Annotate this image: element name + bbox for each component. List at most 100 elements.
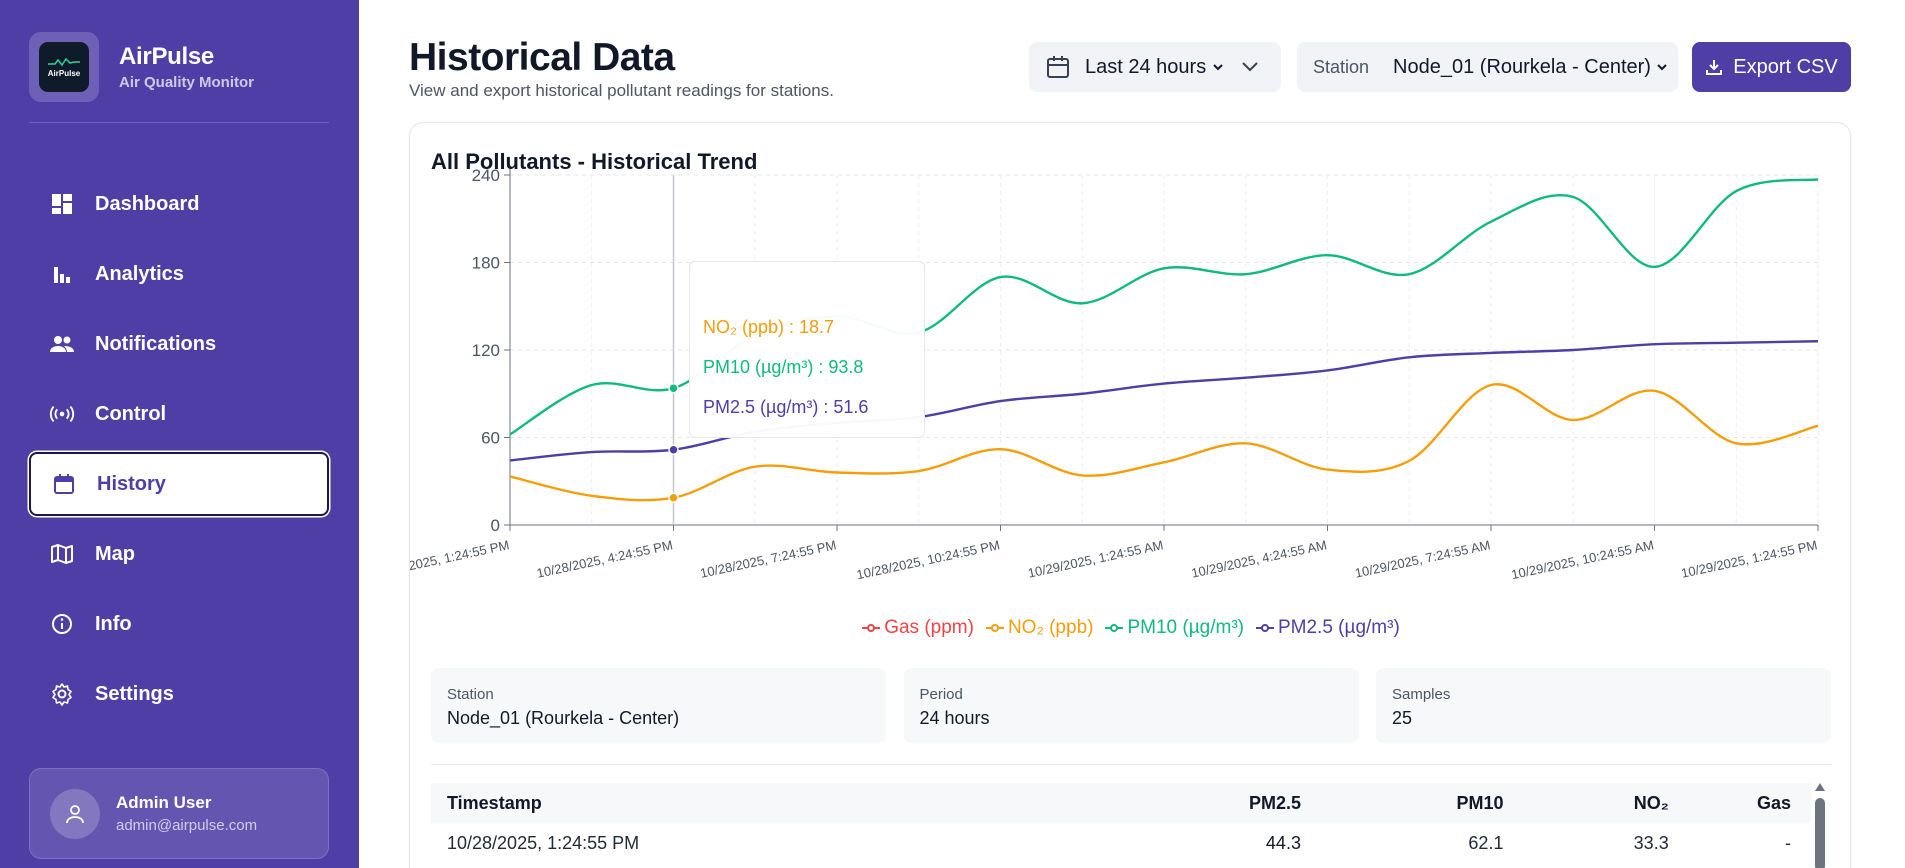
- tooltip-row-pm10: PM10 (µg/m³) : 93.8: [703, 357, 864, 377]
- table-scrollbar[interactable]: [1814, 783, 1826, 868]
- sidebar-item-label: Analytics: [95, 262, 184, 285]
- scroll-thumb[interactable]: [1815, 798, 1825, 868]
- col-timestamp[interactable]: Timestamp: [431, 793, 1158, 814]
- legend-item-pm10[interactable]: PM10 (µg/m³): [1105, 617, 1244, 639]
- scroll-up-arrow[interactable]: [1815, 783, 1825, 791]
- table-row[interactable]: 10/28/2025, 1:24:55 PM 44.3 62.1 33.3 -: [431, 823, 1811, 863]
- table-header: Timestamp PM2.5 PM10 NO₂ Gas: [431, 783, 1811, 823]
- gear-icon: [49, 681, 75, 707]
- col-gas[interactable]: Gas: [1669, 793, 1811, 814]
- col-no2[interactable]: NO₂: [1503, 793, 1669, 814]
- legend-label: Gas (ppm): [884, 617, 974, 638]
- date-range-value: Last 24 hours: [1085, 55, 1207, 78]
- map-icon: [49, 541, 75, 567]
- app-name: AirPulse: [119, 43, 214, 70]
- y-tick-label: 240: [472, 166, 500, 185]
- legend-marker: [1255, 623, 1274, 633]
- sidebar-item-label: Info: [95, 612, 132, 635]
- sidebar-item-settings[interactable]: Settings: [29, 662, 329, 726]
- sidebar-item-notifications[interactable]: Notifications: [29, 312, 329, 376]
- summary-stats: Station Node_01 (Rourkela - Center) Peri…: [431, 668, 1831, 743]
- app-subtitle: Air Quality Monitor: [119, 74, 254, 91]
- legend-label: PM10 (µg/m³): [1127, 617, 1244, 638]
- cell-pm10: 62.1: [1468, 832, 1504, 853]
- trend-chart[interactable]: 0 60 120 180 240 10/28/2025, 1:24:55 PM 10/28/…: [410, 123, 1852, 613]
- legend-item-pm25[interactable]: PM2.5 (µg/m³): [1255, 617, 1400, 639]
- user-name: Admin User: [116, 793, 212, 812]
- sidebar-item-map[interactable]: Map: [29, 522, 329, 586]
- cell-timestamp: 10/28/2025, 1:24:55 PM: [447, 832, 640, 853]
- legend-item-no2[interactable]: NO₂ (ppb): [985, 617, 1094, 639]
- legend-label: PM2.5 (µg/m³): [1277, 617, 1400, 638]
- sidebar-item-label: Notifications: [95, 332, 217, 355]
- sidebar-item-control[interactable]: Control: [29, 382, 329, 446]
- calendar-icon: [1047, 56, 1069, 78]
- sidebar-item-info[interactable]: Info: [29, 592, 329, 656]
- x-tick-label: 10/28/2025, 7:24:55 PM: [699, 537, 838, 581]
- export-label: Export CSV: [1733, 55, 1838, 78]
- x-tick-label: 10/29/2025, 1:24:55 AM: [1026, 537, 1164, 580]
- legend-marker: [985, 623, 1004, 633]
- antenna-icon: [49, 401, 75, 427]
- stat-label: Station: [447, 686, 494, 703]
- chevron-down-icon: [1213, 64, 1223, 71]
- station-select[interactable]: Station Node_01 (Rourkela - Center): [1297, 42, 1678, 92]
- sidebar-item-analytics[interactable]: Analytics: [29, 242, 329, 306]
- user-email: admin@airpulse.com: [116, 817, 258, 834]
- hover-point: [668, 492, 679, 503]
- col-pm10[interactable]: PM10: [1301, 793, 1503, 814]
- y-tick-label: 180: [472, 254, 500, 273]
- info-icon: [49, 611, 75, 637]
- people-icon: [49, 331, 75, 357]
- col-pm25[interactable]: PM2.5: [1158, 793, 1301, 814]
- x-tick-label: 10/29/2025, 10:24:55 AM: [1510, 537, 1655, 582]
- y-tick-label: 120: [472, 341, 500, 360]
- dashboard-icon: [49, 191, 75, 217]
- user-card[interactable]: Admin User admin@airpulse.com: [29, 768, 329, 859]
- table-divider: [431, 764, 1831, 765]
- readings-table: Timestamp PM2.5 PM10 NO₂ Gas 10/28/2025,…: [431, 783, 1811, 863]
- x-tick-label: 10/29/2025, 4:24:55 AM: [1190, 537, 1328, 580]
- tooltip-row-pm25: PM2.5 (µg/m³) : 51.6: [703, 397, 869, 417]
- download-icon: [1705, 58, 1723, 76]
- export-csv-button[interactable]: Export CSV: [1692, 42, 1851, 92]
- sidebar-divider: [29, 122, 329, 123]
- x-tick-label: 10/28/2025, 1:24:55 PM: [410, 537, 511, 581]
- legend-marker: [862, 623, 881, 633]
- sidebar: AirPulse AirPulse Air Quality Monitor Da…: [0, 0, 359, 868]
- cell-no2: 33.3: [1633, 832, 1669, 853]
- stat-value: 24 hours: [919, 708, 990, 728]
- logo-text: AirPulse: [47, 68, 81, 78]
- chart-legend: Gas (ppm) NO₂ (ppb) PM10 (µg/m³) PM2.5 (…: [410, 617, 1852, 639]
- station-label: Station: [1313, 56, 1370, 77]
- legend-label: NO₂ (ppb): [1007, 617, 1094, 638]
- brand[interactable]: AirPulse AirPulse Air Quality Monitor: [29, 32, 254, 102]
- bar-chart-icon: [49, 261, 75, 287]
- user-icon: [66, 804, 84, 823]
- stat-label: Samples: [1392, 686, 1451, 703]
- y-tick-label: 60: [481, 429, 500, 448]
- sidebar-item-label: Map: [95, 542, 135, 565]
- chart-tooltip: NO₂ (ppb) : 18.7 PM10 (µg/m³) : 93.8 PM2…: [689, 261, 925, 438]
- calendar-icon: [51, 471, 77, 497]
- pulse-icon: [48, 57, 80, 66]
- cell-pm25: 44.3: [1265, 832, 1301, 853]
- chevron-down-icon: [1242, 62, 1258, 72]
- avatar: [50, 788, 100, 839]
- sidebar-item-label: Settings: [95, 682, 174, 705]
- date-range-select[interactable]: Last 24 hours: [1029, 42, 1281, 92]
- legend-item-gas[interactable]: Gas (ppm): [862, 617, 974, 639]
- sidebar-nav: Dashboard Analytics Notifications Contro…: [29, 172, 329, 732]
- chevron-down-icon: [1657, 64, 1667, 71]
- sidebar-item-label: Control: [95, 402, 167, 425]
- stat-station: Station Node_01 (Rourkela - Center): [431, 668, 886, 743]
- stat-value: Node_01 (Rourkela - Center): [447, 708, 680, 728]
- page-subtitle: View and export historical pollutant rea…: [409, 81, 834, 100]
- x-tick-label: 10/28/2025, 10:24:55 PM: [855, 537, 1001, 582]
- sidebar-item-label: Dashboard: [95, 192, 200, 215]
- sidebar-item-dashboard[interactable]: Dashboard: [29, 172, 329, 236]
- sidebar-item-label: History: [97, 472, 166, 495]
- sidebar-item-history[interactable]: History: [29, 452, 329, 516]
- page-title: Historical Data: [409, 36, 675, 79]
- hover-point: [668, 444, 679, 455]
